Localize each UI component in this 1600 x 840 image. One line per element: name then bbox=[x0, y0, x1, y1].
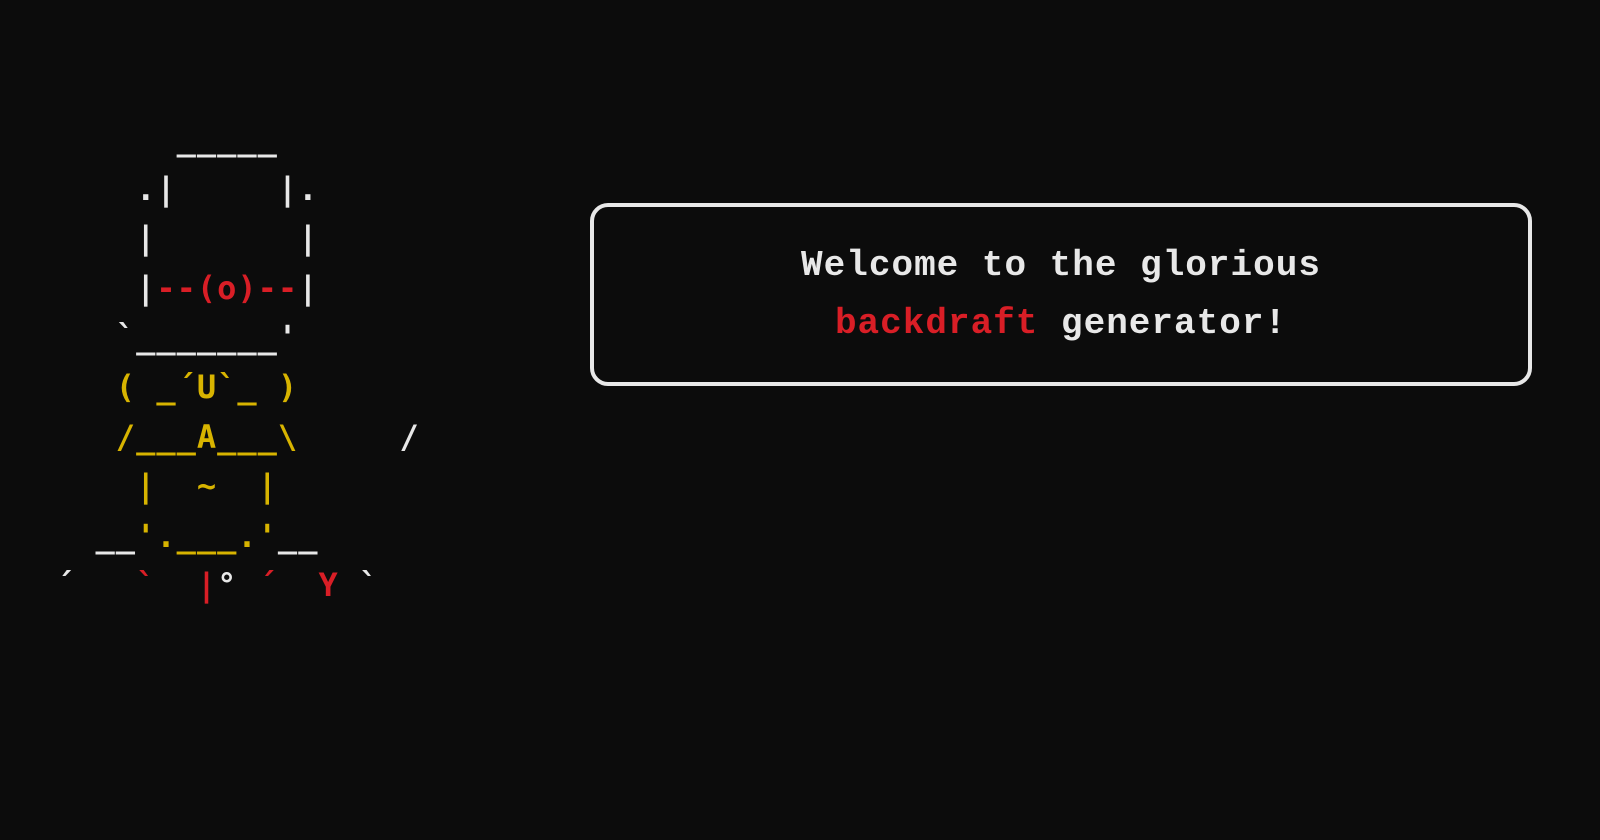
yeoman-ascii-art: _____ .| |. | | |--(o)--| `_______' ( _´… bbox=[55, 115, 420, 611]
welcome-message-box: Welcome to the glorious backdraft genera… bbox=[590, 203, 1532, 386]
welcome-text-suffix: generator! bbox=[1038, 303, 1287, 344]
welcome-text-prefix: Welcome to the glorious bbox=[801, 245, 1321, 286]
generator-name-highlight: backdraft bbox=[835, 303, 1038, 344]
